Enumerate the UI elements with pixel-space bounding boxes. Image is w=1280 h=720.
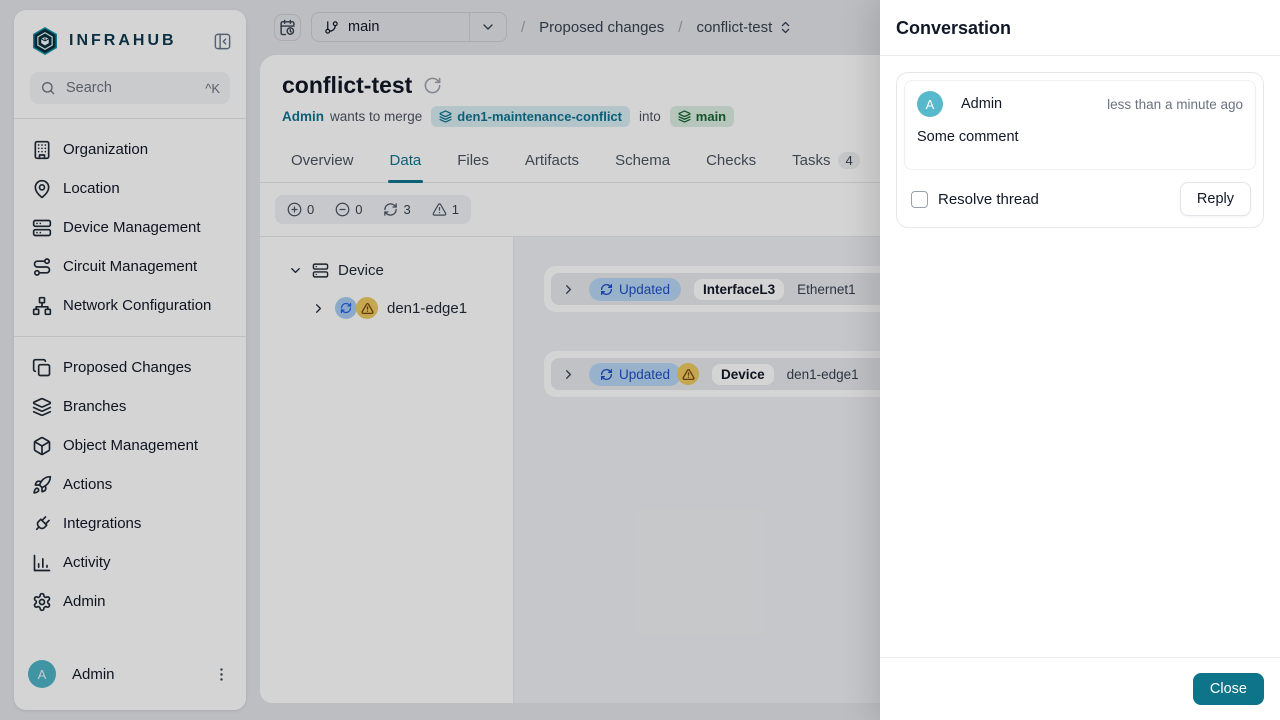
thread-card: A Admin less than a minute ago Some comm… — [896, 72, 1264, 228]
comment-card: A Admin less than a minute ago Some comm… — [904, 80, 1256, 170]
comment-header: A Admin less than a minute ago — [917, 91, 1243, 117]
drawer-body: A Admin less than a minute ago Some comm… — [880, 56, 1280, 657]
avatar: A — [917, 91, 943, 117]
comment-author: Admin — [961, 96, 1003, 112]
drawer-footer: Close — [880, 657, 1280, 720]
reply-button[interactable]: Reply — [1179, 182, 1251, 216]
drawer-title: Conversation — [896, 18, 1012, 38]
drawer-header: Conversation — [880, 0, 1280, 56]
resolve-thread-label: Resolve thread — [938, 190, 1039, 208]
thread-actions: Resolve thread Reply — [904, 170, 1256, 220]
conversation-drawer: Conversation A Admin less than a minute … — [880, 0, 1280, 720]
resolve-thread-checkbox[interactable] — [911, 190, 928, 208]
comment-body: Some comment — [917, 129, 1019, 145]
comment-timestamp: less than a minute ago — [1107, 96, 1243, 112]
close-button[interactable]: Close — [1192, 673, 1264, 705]
